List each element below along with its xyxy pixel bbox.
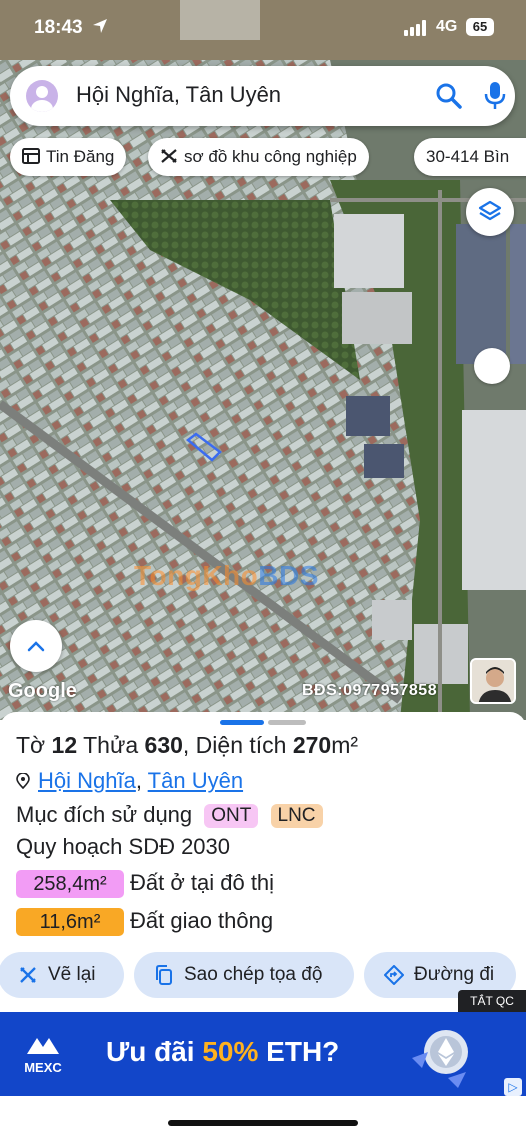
status-time: 18:43: [34, 17, 83, 38]
battery-icon: 65: [466, 18, 494, 36]
home-indicator[interactable]: [168, 1120, 358, 1126]
screen: TongKhoBDS BĐS:0977957858 Google 18:43 4…: [0, 0, 526, 1138]
signal-icon: [404, 20, 428, 36]
parcel-location: Hội Nghĩa, Tân Uyên: [16, 768, 243, 794]
copy-coordinates-button[interactable]: Sao chép tọa độ: [134, 952, 354, 998]
plan-item: 11,6m² Đất giao thông: [16, 908, 273, 936]
ward-link[interactable]: Hội Nghĩa: [38, 768, 136, 793]
close-ad-button[interactable]: TẮT QC: [458, 990, 526, 1012]
pin-icon: [16, 773, 30, 789]
search-icon[interactable]: [435, 82, 463, 110]
ruler-icon: [161, 149, 177, 163]
list-icon: [22, 148, 40, 164]
ad-info-icon[interactable]: ▷: [504, 1078, 522, 1096]
ad-headline: Ưu đãi 50% ETH?: [106, 1036, 340, 1067]
search-input[interactable]: Hội Nghĩa, Tân Uyên: [76, 82, 281, 108]
plan-area-badge: 11,6m²: [16, 908, 124, 936]
opacity-slider-handle[interactable]: [474, 348, 510, 384]
phone-watermark: BĐS:0977957858: [302, 682, 438, 699]
search-bar[interactable]: Hội Nghĩa, Tân Uyên: [10, 66, 515, 126]
location-arrow-icon: [92, 18, 108, 39]
district-link[interactable]: Tân Uyên: [148, 768, 243, 793]
plan-item: 258,4m² Đất ở tại đô thị: [16, 870, 274, 898]
chip-industrial-map[interactable]: sơ đồ khu công nghiệp: [148, 138, 369, 176]
chip-address[interactable]: 30-414 Bìn: [414, 138, 526, 176]
status-bar: 18:43 4G 65: [0, 0, 526, 58]
layers-button[interactable]: [466, 188, 514, 236]
ad-banner[interactable]: MEXC Ưu đãi 50% ETH? ▷: [0, 1012, 526, 1096]
redraw-button[interactable]: Vẽ lại: [0, 952, 124, 998]
mic-icon[interactable]: [482, 80, 508, 110]
avatar[interactable]: [26, 80, 58, 112]
parcel-title: Tờ 12 Thửa 630, Diện tích 270m²: [16, 732, 359, 758]
plan-heading: Quy hoạch SDĐ 2030: [16, 834, 231, 859]
mexc-logo: MEXC: [18, 1036, 68, 1075]
purpose-tag-lnc: LNC: [270, 804, 323, 828]
expand-up-button[interactable]: [10, 620, 62, 672]
plan-area-badge: 258,4m²: [16, 870, 124, 898]
google-logo: Google: [8, 680, 77, 702]
copy-icon: [156, 965, 172, 985]
filter-chips: Tin Đăng sơ đồ khu công nghiệp 30-414 Bì…: [10, 138, 526, 178]
land-use-purpose: Mục đích sử dụng ONT LNC: [16, 802, 323, 828]
action-buttons: Vẽ lại Sao chép tọa độ Đường đi: [0, 952, 526, 998]
agent-photo: [470, 658, 516, 704]
directions-icon: [384, 965, 404, 985]
ruler-icon: [20, 967, 36, 983]
chevron-up-icon: [27, 641, 45, 652]
chip-tin-dang[interactable]: Tin Đăng: [10, 138, 127, 176]
purpose-tag-ont: ONT: [204, 804, 259, 828]
network-type: 4G: [436, 18, 458, 35]
parcel-info-sheet: Tờ 12 Thửa 630, Diện tích 270m² Hội Nghĩ…: [0, 712, 526, 1022]
map-watermark: TongKhoBDS: [134, 560, 319, 591]
eth-coin-icon: [412, 1030, 468, 1088]
layers-icon: [478, 200, 502, 221]
